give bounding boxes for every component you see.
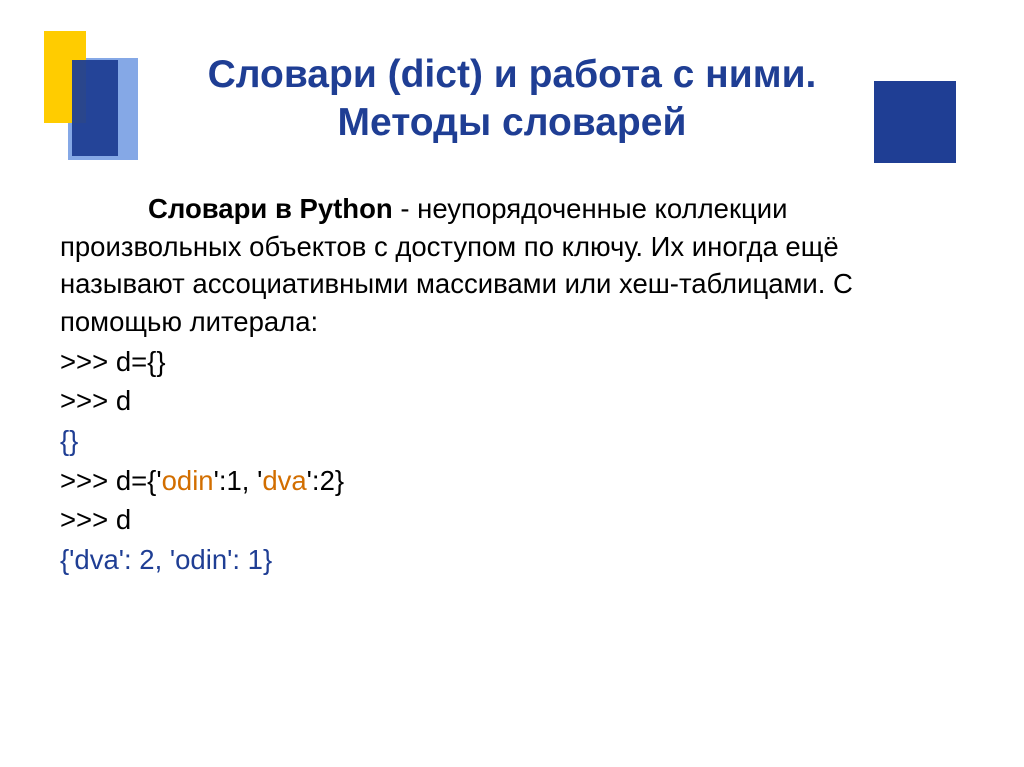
- code-line-2: >>> d: [60, 382, 965, 420]
- code-line-5: >>> d: [60, 501, 965, 539]
- code4-a: >>> d={': [60, 465, 162, 496]
- code4-b: ':1, ': [214, 465, 263, 496]
- intro-paragraph: Словари в Python - неупорядоченные колле…: [60, 190, 965, 341]
- code4-c: ':2}: [307, 465, 344, 496]
- slide-body: Словари в Python - неупорядоченные колле…: [60, 190, 965, 579]
- code4-s2: dva: [262, 465, 306, 496]
- slide-title-container: Словари (dict) и работа с ними. Методы с…: [0, 51, 1024, 148]
- code-line-1: >>> d={}: [60, 343, 965, 381]
- intro-lead: Словари в Python: [148, 193, 393, 224]
- code-line-6: {'dva': 2, 'odin': 1}: [60, 541, 965, 579]
- title-line-2: Методы словарей: [338, 101, 687, 144]
- slide-title: Словари (dict) и работа с ними. Методы с…: [208, 51, 817, 148]
- code-line-4: >>> d={'odin':1, 'dva':2}: [60, 462, 965, 500]
- code-line-3: {}: [60, 422, 965, 460]
- code4-s1: odin: [162, 465, 214, 496]
- title-line-1: Словари (dict) и работа с ними.: [208, 53, 817, 96]
